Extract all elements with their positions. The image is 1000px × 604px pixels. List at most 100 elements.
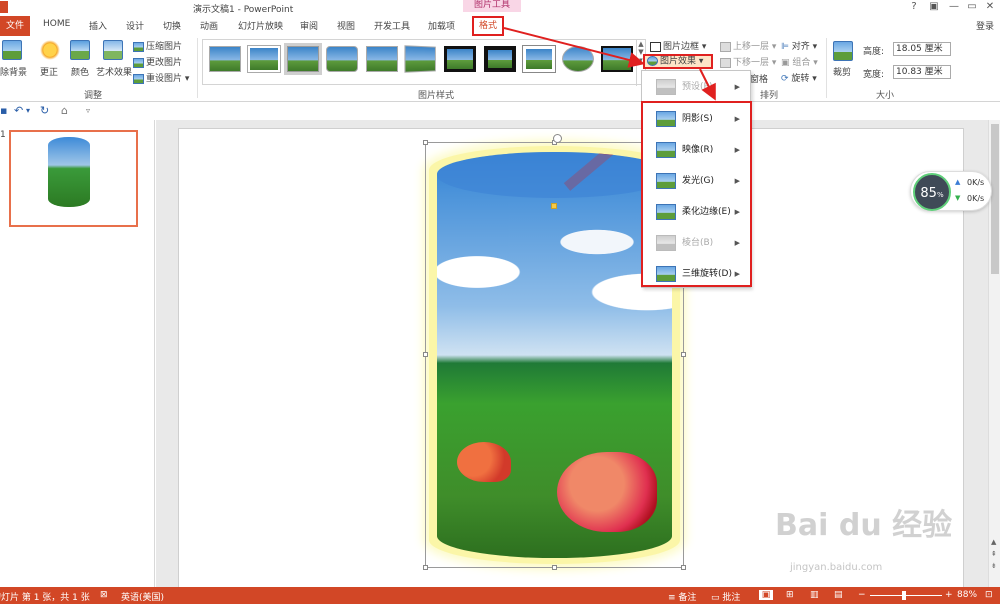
remove-background-icon[interactable] [2,40,22,60]
previous-slide-icon[interactable]: ⇞ [991,550,997,558]
comments-button[interactable]: ▭ 批注 [711,590,740,603]
picture-styles-group-label: 图片样式 [418,91,455,101]
normal-view-icon[interactable]: ▣ [759,590,773,600]
slide-sorter-icon[interactable]: ⊞ [786,590,794,600]
picture-tools-contextual-label: 图片工具 [463,0,521,12]
powerpoint-app-icon[interactable] [0,1,8,13]
undo-dropdown-icon[interactable]: ▾ [26,106,30,115]
ribbon-display-options-button[interactable]: ▣ [925,1,943,12]
tab-home[interactable]: HOME [43,19,70,29]
send-backward-button[interactable]: 下移一层 ▾ [720,55,776,68]
zoom-level[interactable]: 88% [957,590,977,600]
group-button[interactable]: ▣ 组合 ▾ [781,55,818,68]
customize-qat-icon[interactable]: ▿ [86,106,90,115]
spellcheck-icon[interactable]: ⊠ [100,590,108,600]
zoom-slider-thumb[interactable] [902,591,906,600]
language-status[interactable]: 英语(美国) [121,590,164,603]
resize-handle[interactable] [681,565,686,570]
width-input[interactable]: 10.83 厘米 [893,65,951,79]
remove-background-button[interactable]: 除背景 [0,65,27,78]
height-input[interactable]: 18.05 厘米 [893,42,951,56]
next-slide-icon[interactable]: ⇟ [991,562,997,570]
bring-forward-button[interactable]: 上移一层 ▾ [720,39,776,52]
tab-view[interactable]: 视图 [337,19,355,32]
slideshow-view-icon[interactable]: ▤ [834,590,843,600]
style-thumb[interactable] [523,46,555,72]
resize-handle[interactable] [423,352,428,357]
picture-border-icon [650,41,661,52]
style-thumb[interactable] [562,46,594,72]
resize-handle[interactable] [552,565,557,570]
save-icon[interactable]: ▪ [0,104,7,117]
artistic-effects-button[interactable]: 艺术效果 [96,65,132,78]
corrections-icon[interactable] [40,40,60,60]
minimize-button[interactable]: — [945,1,963,12]
notes-button[interactable]: ≡ 备注 [668,590,696,603]
compress-pictures-button[interactable]: 压缩图片 [133,39,182,52]
menu-item-preset[interactable]: 预设(P) ▶ [642,73,750,101]
style-thumb[interactable] [444,46,476,72]
redo-icon[interactable]: ↻ [40,104,49,117]
shape-adjust-handle[interactable] [551,203,557,209]
tab-slideshow[interactable]: 幻灯片放映 [238,19,283,32]
align-label: 对齐 [791,42,810,52]
picture-border-button[interactable]: 图片边框 ▾ [650,39,706,52]
style-thumb[interactable] [326,46,358,72]
help-button[interactable]: ? [905,1,923,12]
tab-transitions[interactable]: 切换 [163,19,181,32]
align-button[interactable]: ⊫ 对齐 ▾ [781,39,817,52]
resize-handle[interactable] [423,140,428,145]
tab-developer[interactable]: 开发工具 [374,19,410,32]
style-thumb[interactable] [248,46,280,72]
group-separator [197,38,198,98]
style-thumb[interactable] [601,46,633,72]
rotate-icon: ⟳ [781,74,792,84]
reset-picture-button[interactable]: 重设图片 ▾ [133,71,189,84]
tab-addins[interactable]: 加载项 [428,19,455,32]
undo-icon[interactable]: ↶ [14,104,23,117]
network-speed-widget[interactable]: 85% ▲ 0K/s ▼ 0K/s [910,171,992,211]
picture-styles-gallery[interactable]: ▲ ▼ ▾ [202,39,646,86]
tab-file[interactable]: 文件 [0,16,30,36]
tab-animations[interactable]: 动画 [200,19,218,32]
change-picture-button[interactable]: 更改图片 [133,55,182,68]
start-slideshow-icon[interactable]: ⌂ [61,104,68,117]
rotate-button[interactable]: ⟳ 旋转 ▾ [781,71,817,84]
corrections-button[interactable]: 更正 [40,65,58,78]
tab-design[interactable]: 设计 [126,19,144,32]
reading-view-icon[interactable]: ▥ [810,590,819,600]
restore-button[interactable]: ▭ [963,1,981,12]
style-thumb[interactable] [404,45,436,73]
resize-handle[interactable] [681,352,686,357]
scrollbar-thumb[interactable] [991,124,999,274]
selection-pane-label[interactable]: 窗格 [750,72,768,85]
slide-number: 1 [0,130,6,140]
rotate-handle[interactable] [553,134,562,143]
style-thumb[interactable] [209,46,241,72]
close-button[interactable]: ✕ [981,1,999,12]
style-thumb[interactable] [287,46,319,72]
slide-thumbnail[interactable] [9,130,138,227]
zoom-slider-track[interactable] [870,595,942,596]
baidu-watermark-url: jingyan.baidu.com [790,562,883,573]
group-label: 组合 [792,58,811,68]
group-separator [826,38,827,98]
style-thumb[interactable] [484,46,516,72]
fit-to-window-icon[interactable]: ⊡ [985,590,993,600]
login-link[interactable]: 登录 [976,19,994,32]
resize-handle[interactable] [423,565,428,570]
menu-item-label: 预设(P) [682,82,713,92]
color-icon[interactable] [70,40,90,60]
scroll-up-icon[interactable]: ▲ [991,538,996,546]
crop-icon[interactable] [833,41,853,61]
color-button[interactable]: 颜色 [71,65,89,78]
style-thumb[interactable] [366,46,398,72]
tab-review[interactable]: 审阅 [300,19,318,32]
zoom-out-icon[interactable]: − [858,590,866,600]
zoom-in-icon[interactable]: + [945,590,953,600]
tab-insert[interactable]: 插入 [89,19,107,32]
tab-format[interactable]: 格式 [472,16,504,36]
artistic-effects-icon[interactable] [103,40,123,60]
picture-effects-button[interactable]: 图片效果 ▾ [643,54,713,69]
crop-button[interactable]: 裁剪 [833,65,851,78]
